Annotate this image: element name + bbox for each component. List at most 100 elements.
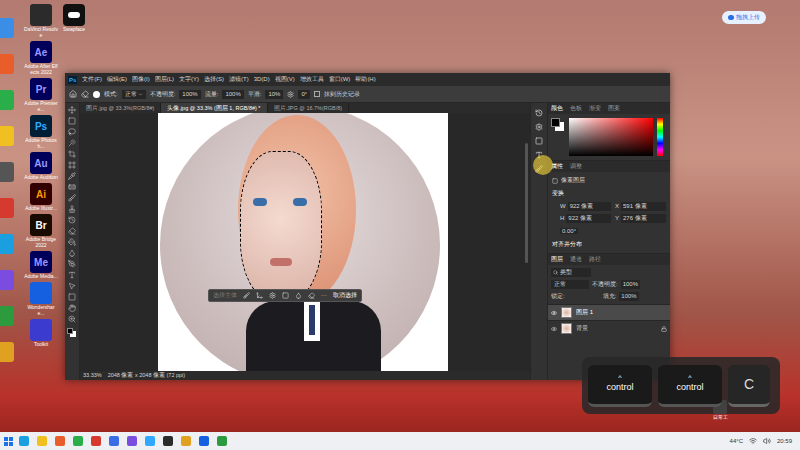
menu-item[interactable]: 滤镜(T) <box>229 75 249 84</box>
tool-icon[interactable] <box>68 238 76 246</box>
context-icon[interactable] <box>282 292 289 299</box>
menu-item[interactable]: 图像(I) <box>132 75 150 84</box>
desktop-icon[interactable]: MeAdobe Media... <box>24 251 58 279</box>
panel-tab[interactable]: 图层 <box>551 255 563 264</box>
context-icon[interactable] <box>295 292 302 299</box>
layer-row[interactable]: 图层 1 <box>548 304 670 320</box>
brush-size[interactable] <box>93 91 100 98</box>
panel-tab[interactable]: 调整 <box>570 162 582 171</box>
desktop-icon[interactable] <box>0 342 14 362</box>
dock-icon[interactable] <box>535 137 543 145</box>
angle-field[interactable]: 0° <box>298 90 310 99</box>
deselect-button[interactable]: 取消选择 <box>333 291 357 300</box>
desktop-icon[interactable] <box>0 234 14 254</box>
smooth-field[interactable]: 10% <box>265 90 283 99</box>
tool-icon[interactable] <box>68 304 76 312</box>
desktop-icon[interactable] <box>0 198 14 218</box>
taskbar-app[interactable] <box>109 436 119 446</box>
desktop-icon[interactable]: Swapface <box>60 4 88 32</box>
desktop-icon[interactable] <box>0 162 14 182</box>
menu-item[interactable]: 帮助(H) <box>355 75 375 84</box>
desktop-icon[interactable]: PsAdobe Photosh... <box>24 115 58 149</box>
tool-icon[interactable] <box>68 161 76 169</box>
select-subject-button[interactable]: 选择主体 <box>213 291 237 300</box>
tool-icon[interactable] <box>68 183 76 191</box>
desktop-icon[interactable]: Wondershare... <box>24 282 58 316</box>
panel-tab[interactable]: 颜色 <box>551 104 563 113</box>
tool-icon[interactable] <box>68 293 76 301</box>
desktop-icon[interactable]: BrAdobe Bridge 2022 <box>24 214 58 248</box>
taskbar-app[interactable] <box>199 436 209 446</box>
taskbar-app[interactable] <box>19 436 29 446</box>
opacity-field[interactable]: 100% <box>179 90 200 99</box>
blend-mode-select[interactable]: 正常 <box>551 280 589 289</box>
document-tab[interactable]: 图片.jpg @ 33.3%(RGB/8#) <box>80 103 161 113</box>
desktop-icon[interactable]: DaVinci Resolve <box>24 4 58 38</box>
eye-icon[interactable] <box>551 326 557 332</box>
more-button[interactable]: ··· <box>321 291 327 300</box>
panel-tab[interactable]: 通道 <box>570 255 582 264</box>
hue-slider[interactable] <box>657 118 663 156</box>
transform-field[interactable]: X591 像素 <box>615 202 666 211</box>
transform-field[interactable]: H922 像素 <box>560 214 611 223</box>
transform-field[interactable]: Y276 像素 <box>615 214 666 223</box>
desktop-icon[interactable] <box>0 270 14 290</box>
tool-icon[interactable] <box>68 172 76 180</box>
dock-icon[interactable] <box>535 123 543 131</box>
tool-icon[interactable] <box>68 260 76 268</box>
panel-tab[interactable]: 渐变 <box>589 104 601 113</box>
fill-field[interactable]: 100% <box>619 292 638 301</box>
section-title[interactable]: 变换 <box>552 189 666 198</box>
desktop-icon[interactable] <box>0 126 14 146</box>
taskbar-app[interactable] <box>91 436 101 446</box>
taskbar-app[interactable] <box>55 436 65 446</box>
panel-tab[interactable]: 图案 <box>608 104 620 113</box>
desktop-icon[interactable]: AiAdobe Illustr... <box>24 183 58 211</box>
context-icon[interactable] <box>269 292 276 299</box>
tool-icon[interactable] <box>68 139 76 147</box>
eye-icon[interactable] <box>551 310 557 316</box>
panel-tab[interactable]: 路径 <box>589 255 601 264</box>
menu-item[interactable]: 视图(V) <box>275 75 295 84</box>
context-icon[interactable] <box>256 292 263 299</box>
menu-item[interactable]: 图层(L) <box>155 75 174 84</box>
taskbar-app[interactable] <box>163 436 173 446</box>
tool-icon[interactable] <box>68 194 76 202</box>
upload-button[interactable]: 拖拽上传 <box>722 11 766 24</box>
history-checkbox[interactable] <box>314 91 320 97</box>
panel-tab[interactable]: 色板 <box>570 104 582 113</box>
start-button[interactable] <box>4 437 13 446</box>
color-field[interactable] <box>569 118 653 156</box>
tool-icon[interactable] <box>68 106 76 114</box>
document-tab[interactable]: 头像.jpg @ 33.3% (图层 1, RGB/8#) * <box>161 103 267 113</box>
desktop-icon[interactable]: AeAdobe After Effects 2022 <box>24 41 58 75</box>
layer-row[interactable]: 背景 <box>548 320 670 336</box>
tool-icon[interactable] <box>68 249 76 257</box>
tool-icon[interactable] <box>68 205 76 213</box>
flow-field[interactable]: 100% <box>222 90 243 99</box>
menu-item[interactable]: 文字(Y) <box>179 75 199 84</box>
tool-icon[interactable] <box>68 315 76 323</box>
wifi-icon[interactable] <box>749 437 757 445</box>
tool-icon[interactable] <box>68 271 76 279</box>
eraser-icon[interactable] <box>81 90 89 98</box>
taskbar-app[interactable] <box>73 436 83 446</box>
menu-item[interactable]: 增效工具 <box>300 75 324 84</box>
desktop-icon[interactable] <box>0 18 14 38</box>
tool-icon[interactable] <box>68 216 76 224</box>
tool-icon[interactable] <box>68 150 76 158</box>
tool-icon[interactable] <box>68 117 76 125</box>
scrollbar[interactable] <box>525 143 528 263</box>
foreground-swatch[interactable] <box>551 118 565 132</box>
angle-field[interactable]: 0.00° <box>552 227 666 236</box>
menu-item[interactable]: 编辑(E) <box>107 75 127 84</box>
tool-icon[interactable] <box>68 227 76 235</box>
layer-filter[interactable]: 类型 <box>551 268 591 277</box>
tool-icon[interactable] <box>68 282 76 290</box>
tool-icon[interactable] <box>68 128 76 136</box>
document-tab[interactable]: 照片.JPG @ 16.7%(RGB/8) <box>268 103 350 113</box>
settings-icon[interactable] <box>287 91 294 98</box>
home-icon[interactable] <box>69 90 77 98</box>
menu-item[interactable]: 窗口(W) <box>329 75 351 84</box>
desktop-icon[interactable]: Toolkit <box>24 319 58 347</box>
